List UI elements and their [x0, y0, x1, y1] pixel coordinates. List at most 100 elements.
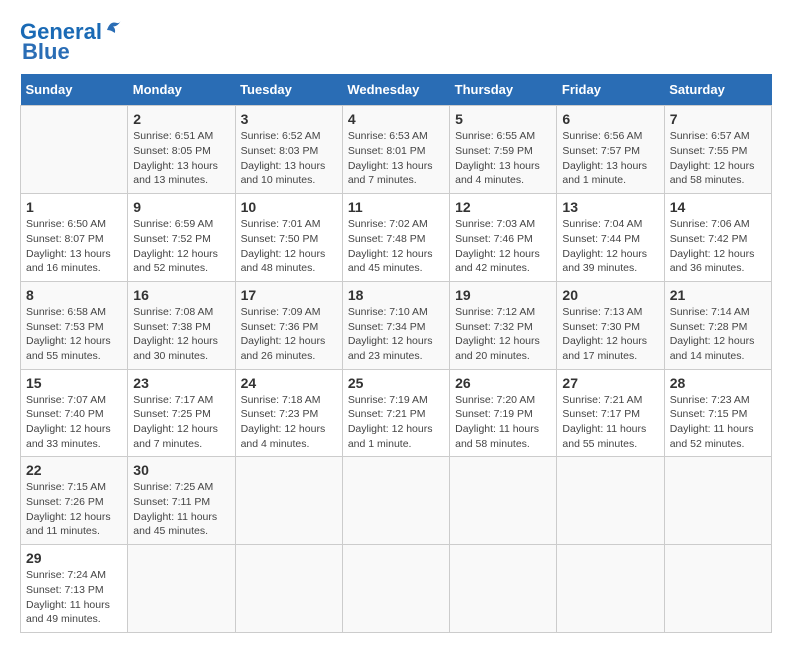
day-detail: Sunrise: 7:21 AM Sunset: 7:17 PM Dayligh… [562, 393, 658, 452]
day-detail: Sunrise: 6:58 AM Sunset: 7:53 PM Dayligh… [26, 305, 122, 364]
col-header-monday: Monday [128, 74, 235, 106]
calendar-week-row: 22Sunrise: 7:15 AM Sunset: 7:26 PM Dayli… [21, 457, 772, 545]
calendar-cell [664, 457, 771, 545]
day-number: 2 [133, 111, 229, 127]
calendar-header-row: SundayMondayTuesdayWednesdayThursdayFrid… [21, 74, 772, 106]
calendar-week-row: 15 Sunrise: 7:07 AM Sunset: 7:40 PM Dayli… [21, 369, 772, 457]
day-number: 23 [133, 375, 229, 391]
calendar-cell [450, 545, 557, 633]
day-detail: Sunrise: 7:01 AM Sunset: 7:50 PM Dayligh… [241, 217, 337, 276]
logo-bird-icon [104, 18, 122, 36]
day-number: 10 [241, 199, 337, 215]
calendar-cell [557, 457, 664, 545]
day-detail: Sunrise: 6:59 AM Sunset: 7:52 PM Dayligh… [133, 217, 229, 276]
page-header: General Blue [20, 20, 772, 64]
day-detail: Sunrise: 6:56 AM Sunset: 7:57 PM Dayligh… [562, 129, 658, 188]
calendar-cell: 8 Sunrise: 6:58 AM Sunset: 7:53 PM Daylig… [21, 281, 128, 369]
day-number: 21 [670, 287, 766, 303]
day-detail: Sunrise: 7:24 AM Sunset: 7:13 PM Dayligh… [26, 568, 122, 627]
calendar-cell: 20 Sunrise: 7:13 AM Sunset: 7:30 PM Dayli… [557, 281, 664, 369]
calendar-cell: 3 Sunrise: 6:52 AM Sunset: 8:03 PM Daylig… [235, 106, 342, 194]
calendar-cell: 29 Sunrise: 7:24 AM Sunset: 7:13 PM Dayli… [21, 545, 128, 633]
calendar-cell [235, 457, 342, 545]
day-number: 25 [348, 375, 444, 391]
day-number: 8 [26, 287, 122, 303]
day-detail: Sunrise: 7:25 AM Sunset: 7:11 PM Dayligh… [133, 480, 229, 539]
day-detail: Sunrise: 7:13 AM Sunset: 7:30 PM Dayligh… [562, 305, 658, 364]
day-detail: Sunrise: 6:52 AM Sunset: 8:03 PM Dayligh… [241, 129, 337, 188]
calendar-cell: 17 Sunrise: 7:09 AM Sunset: 7:36 PM Dayli… [235, 281, 342, 369]
day-number: 17 [241, 287, 337, 303]
day-number: 7 [670, 111, 766, 127]
calendar-cell [21, 106, 128, 194]
day-detail: Sunrise: 7:14 AM Sunset: 7:28 PM Dayligh… [670, 305, 766, 364]
day-detail: Sunrise: 7:03 AM Sunset: 7:46 PM Dayligh… [455, 217, 551, 276]
calendar-cell: 10 Sunrise: 7:01 AM Sunset: 7:50 PM Dayli… [235, 194, 342, 282]
day-detail: Sunrise: 6:51 AM Sunset: 8:05 PM Dayligh… [133, 129, 229, 188]
calendar-cell [342, 545, 449, 633]
day-detail: Sunrise: 7:09 AM Sunset: 7:36 PM Dayligh… [241, 305, 337, 364]
calendar-cell: 25 Sunrise: 7:19 AM Sunset: 7:21 PM Dayli… [342, 369, 449, 457]
calendar-cell [342, 457, 449, 545]
calendar-cell: 4Sunrise: 6:53 AM Sunset: 8:01 PM Daylig… [342, 106, 449, 194]
day-number: 15 [26, 375, 122, 391]
day-number: 6 [562, 111, 658, 127]
calendar-week-row: 1Sunrise: 6:50 AM Sunset: 8:07 PM Daylig… [21, 194, 772, 282]
day-number: 3 [241, 111, 337, 127]
day-detail: Sunrise: 7:23 AM Sunset: 7:15 PM Dayligh… [670, 393, 766, 452]
calendar-cell: 1Sunrise: 6:50 AM Sunset: 8:07 PM Daylig… [21, 194, 128, 282]
logo-text-blue: Blue [22, 40, 70, 64]
day-number: 9 [133, 199, 229, 215]
calendar-cell [235, 545, 342, 633]
calendar-cell: 18 Sunrise: 7:10 AM Sunset: 7:34 PM Dayli… [342, 281, 449, 369]
day-number: 19 [455, 287, 551, 303]
calendar-cell: 13 Sunrise: 7:04 AM Sunset: 7:44 PM Dayli… [557, 194, 664, 282]
day-number: 13 [562, 199, 658, 215]
day-number: 30 [133, 462, 229, 478]
day-detail: Sunrise: 7:19 AM Sunset: 7:21 PM Dayligh… [348, 393, 444, 452]
calendar-cell: 24Sunrise: 7:18 AM Sunset: 7:23 PM Dayli… [235, 369, 342, 457]
day-detail: Sunrise: 7:10 AM Sunset: 7:34 PM Dayligh… [348, 305, 444, 364]
day-detail: Sunrise: 7:18 AM Sunset: 7:23 PM Dayligh… [241, 393, 337, 452]
day-number: 29 [26, 550, 122, 566]
calendar-cell: 9 Sunrise: 6:59 AM Sunset: 7:52 PM Daylig… [128, 194, 235, 282]
day-detail: Sunrise: 7:02 AM Sunset: 7:48 PM Dayligh… [348, 217, 444, 276]
calendar-table: SundayMondayTuesdayWednesdayThursdayFrid… [20, 74, 772, 633]
calendar-cell: 6 Sunrise: 6:56 AM Sunset: 7:57 PM Daylig… [557, 106, 664, 194]
calendar-cell: 16 Sunrise: 7:08 AM Sunset: 7:38 PM Dayli… [128, 281, 235, 369]
day-detail: Sunrise: 7:08 AM Sunset: 7:38 PM Dayligh… [133, 305, 229, 364]
calendar-week-row: 2 Sunrise: 6:51 AM Sunset: 8:05 PM Daylig… [21, 106, 772, 194]
day-detail: Sunrise: 7:04 AM Sunset: 7:44 PM Dayligh… [562, 217, 658, 276]
day-detail: Sunrise: 6:55 AM Sunset: 7:59 PM Dayligh… [455, 129, 551, 188]
day-number: 12 [455, 199, 551, 215]
calendar-week-row: 29 Sunrise: 7:24 AM Sunset: 7:13 PM Dayli… [21, 545, 772, 633]
day-number: 18 [348, 287, 444, 303]
col-header-tuesday: Tuesday [235, 74, 342, 106]
day-number: 16 [133, 287, 229, 303]
day-detail: Sunrise: 6:50 AM Sunset: 8:07 PM Dayligh… [26, 217, 122, 276]
day-number: 14 [670, 199, 766, 215]
calendar-cell: 15 Sunrise: 7:07 AM Sunset: 7:40 PM Dayli… [21, 369, 128, 457]
calendar-cell: 26 Sunrise: 7:20 AM Sunset: 7:19 PM Dayli… [450, 369, 557, 457]
day-number: 22 [26, 462, 122, 478]
day-detail: Sunrise: 7:20 AM Sunset: 7:19 PM Dayligh… [455, 393, 551, 452]
day-number: 26 [455, 375, 551, 391]
day-number: 28 [670, 375, 766, 391]
calendar-cell: 30 Sunrise: 7:25 AM Sunset: 7:11 PM Dayli… [128, 457, 235, 545]
day-number: 5 [455, 111, 551, 127]
day-number: 20 [562, 287, 658, 303]
calendar-cell: 7Sunrise: 6:57 AM Sunset: 7:55 PM Daylig… [664, 106, 771, 194]
calendar-cell: 19Sunrise: 7:12 AM Sunset: 7:32 PM Dayli… [450, 281, 557, 369]
calendar-cell: 28 Sunrise: 7:23 AM Sunset: 7:15 PM Dayli… [664, 369, 771, 457]
calendar-week-row: 8 Sunrise: 6:58 AM Sunset: 7:53 PM Daylig… [21, 281, 772, 369]
day-detail: Sunrise: 7:06 AM Sunset: 7:42 PM Dayligh… [670, 217, 766, 276]
day-detail: Sunrise: 6:53 AM Sunset: 8:01 PM Dayligh… [348, 129, 444, 188]
calendar-cell: 2 Sunrise: 6:51 AM Sunset: 8:05 PM Daylig… [128, 106, 235, 194]
calendar-cell [450, 457, 557, 545]
calendar-cell: 21 Sunrise: 7:14 AM Sunset: 7:28 PM Dayli… [664, 281, 771, 369]
day-detail: Sunrise: 7:07 AM Sunset: 7:40 PM Dayligh… [26, 393, 122, 452]
col-header-friday: Friday [557, 74, 664, 106]
calendar-cell: 23Sunrise: 7:17 AM Sunset: 7:25 PM Dayli… [128, 369, 235, 457]
calendar-cell [664, 545, 771, 633]
calendar-cell: 14 Sunrise: 7:06 AM Sunset: 7:42 PM Dayli… [664, 194, 771, 282]
